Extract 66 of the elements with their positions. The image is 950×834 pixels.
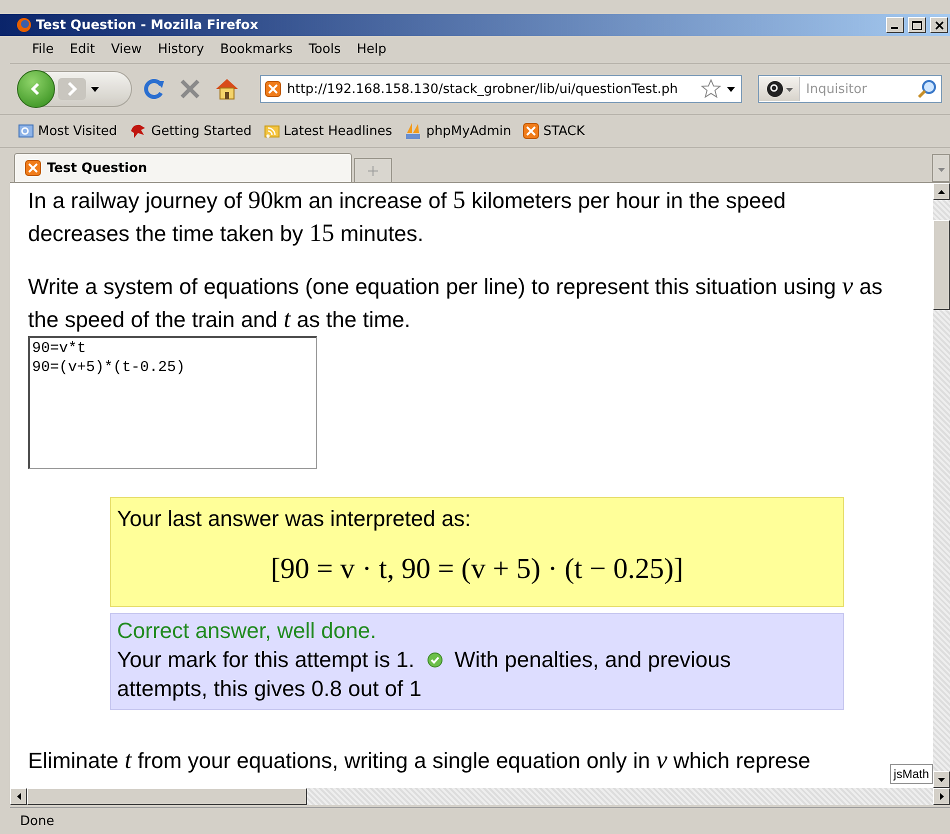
menu-item[interactable]: Bookmarks <box>212 40 301 59</box>
back-button[interactable] <box>17 70 55 108</box>
magnifier-icon <box>766 80 784 98</box>
scroll-thumb[interactable] <box>933 220 950 310</box>
browser-tab[interactable]: Test Question <box>14 153 352 182</box>
feed-icon <box>264 123 280 139</box>
caret-icon <box>786 86 792 92</box>
penalty-text: attempts, this gives 0.8 out of 1 <box>117 675 422 703</box>
plus-icon <box>368 166 378 176</box>
address-bar[interactable]: http://192.168.158.130/stack_grobner/lib/ui/questionTest.ph <box>260 75 742 103</box>
dragon-icon <box>129 123 148 139</box>
caret-icon <box>938 168 944 172</box>
bookmark-link[interactable]: Latest Headlines <box>264 123 392 139</box>
stack-icon <box>523 123 540 139</box>
menu-item[interactable]: Edit <box>62 40 103 59</box>
scroll-up-button[interactable] <box>933 183 950 200</box>
menu-item[interactable]: File <box>24 40 62 59</box>
bookmark-link[interactable]: STACK <box>523 123 585 139</box>
mark-text: Your mark for this attempt is 1. <box>117 646 415 674</box>
jsmath-badge[interactable]: jsMath <box>890 764 933 784</box>
star-icon[interactable] <box>701 79 721 99</box>
answer-box[interactable]: 90=v*t 90=(v+5)*(t-0.25) <box>28 336 317 469</box>
right-arrow-icon <box>940 793 944 800</box>
vertical-scrollbar[interactable] <box>933 183 950 788</box>
search-engine-button[interactable] <box>759 77 800 101</box>
stack-icon <box>25 160 41 176</box>
menu-item[interactable]: Tools <box>300 40 349 59</box>
search-bar[interactable]: Inquisitor <box>758 75 942 103</box>
bookmark-link[interactable]: Most Visited <box>18 123 118 139</box>
scroll-thumb[interactable] <box>27 788 307 805</box>
bookmark-folder-icon <box>18 123 34 139</box>
scroll-down-button[interactable] <box>933 771 950 788</box>
cross-icon <box>178 77 202 101</box>
maximize-button[interactable] <box>908 17 926 33</box>
scroll-left-button[interactable] <box>10 788 27 805</box>
menu-item[interactable]: History <box>150 40 212 59</box>
stack-icon <box>265 81 281 97</box>
close-icon <box>934 20 944 30</box>
down-arrow-icon <box>938 778 945 782</box>
firefox-icon <box>16 17 32 33</box>
window-title: Test Question - Mozilla Firefox <box>36 18 260 32</box>
question-text: Eliminate t from your equations, writing a single equation only in v which represe <box>28 746 810 776</box>
question-text: Write a system of equations (one equation per line) to represent this situation using v as the speed of the train and t as the time. <box>28 272 884 335</box>
bookmark-link[interactable]: Getting Started <box>129 123 252 139</box>
reload-icon <box>142 77 166 101</box>
house-icon <box>214 77 240 101</box>
minimize-button[interactable] <box>886 17 904 33</box>
penalty-text: With penalties, and previous <box>454 646 731 674</box>
caret-icon <box>91 85 99 93</box>
menu-item[interactable]: View <box>102 40 150 59</box>
scroll-right-button[interactable] <box>933 788 950 805</box>
feedback-verdict: Correct answer, well done. <box>117 617 378 645</box>
horizontal-scrollbar[interactable] <box>10 788 950 805</box>
menu-item[interactable]: Help <box>348 40 394 59</box>
formula: [90 = v · t, 90 = (v + 5) · (t − 0.25)] <box>270 553 684 586</box>
bookmark-link[interactable]: phpMyAdmin <box>404 122 512 140</box>
sail-icon <box>404 122 422 140</box>
status-text: Done <box>10 807 950 834</box>
close-button[interactable] <box>930 17 948 33</box>
maximize-icon <box>912 20 922 30</box>
interpretation-label: Your last answer was interpreted as: <box>117 505 472 533</box>
search-icon[interactable] <box>917 79 937 99</box>
question-text: In a railway journey of 90km an increase of 5 kilometers per hour in the speed decreases the time taken by 15 minutes. <box>28 186 787 249</box>
left-arrow-icon <box>16 793 20 800</box>
dropdown-icon <box>727 85 735 93</box>
up-arrow-icon <box>938 190 945 194</box>
